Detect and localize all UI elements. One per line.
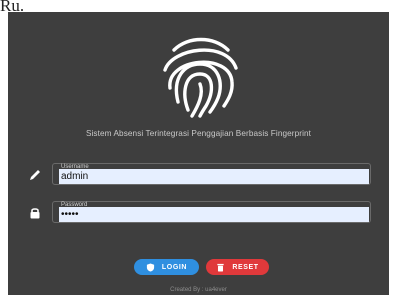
- login-panel: Sistem Absensi Terintegrasi Penggajian B…: [8, 12, 389, 295]
- header-fragment: Ru.: [0, 0, 25, 12]
- login-label: LOGIN: [161, 263, 188, 271]
- lock-icon: [30, 208, 40, 219]
- password-input[interactable]: [59, 207, 369, 222]
- username-field: Username: [52, 163, 371, 185]
- shield-icon: [146, 262, 155, 272]
- trash-icon: [217, 263, 224, 272]
- username-input[interactable]: [59, 169, 369, 184]
- reset-label: RESET: [232, 263, 259, 271]
- password-row: Password: [28, 201, 373, 225]
- footer-credit: Created By : ua4ever: [170, 287, 227, 293]
- username-row: Username: [28, 163, 373, 187]
- reset-button[interactable]: RESET: [206, 259, 269, 275]
- fingerprint-icon: [163, 37, 238, 118]
- app-subtitle: Sistem Absensi Terintegrasi Penggajian B…: [85, 129, 312, 138]
- page: Ru. Sistem Absensi Terintegrasi Penggaji…: [0, 0, 393, 295]
- password-field: Password: [52, 201, 371, 223]
- login-button[interactable]: LOGIN: [134, 259, 199, 275]
- pencil-icon: [30, 170, 40, 180]
